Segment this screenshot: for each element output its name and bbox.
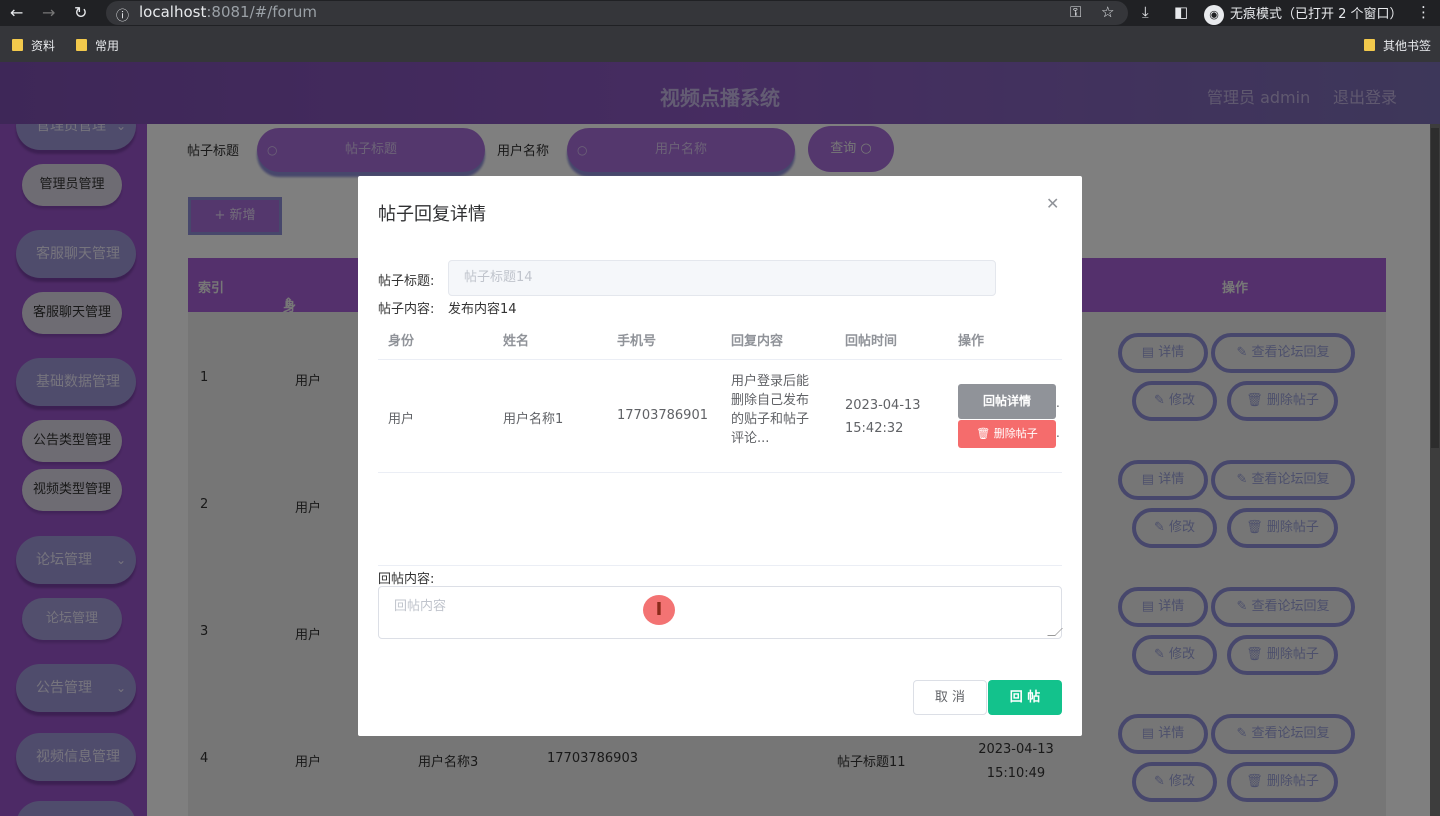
reply-time: 2023-04-13 15:42:32 <box>845 398 921 436</box>
sidepanel-icon[interactable]: ◧ <box>1174 3 1188 21</box>
column-phone: 手机号 <box>617 334 657 349</box>
reply-detail-button[interactable]: 回帖详情 <box>958 384 1056 419</box>
divider <box>378 359 1062 360</box>
text-cursor-icon: I <box>643 595 675 625</box>
reply-textarea[interactable]: 回帖内容 <box>378 586 1063 639</box>
overflow-dots: . <box>1056 396 1060 410</box>
folder-icon <box>12 39 23 51</box>
reply-detail-dialog: 帖子回复详情 ✕ 帖子标题: 帖子标题14 帖子内容: 发布内容14 身份 姓名… <box>358 176 1082 736</box>
key-icon[interactable]: ⚿ <box>1070 3 1081 21</box>
forward-icon[interactable]: → <box>42 3 55 22</box>
column-ops: 操作 <box>958 334 985 349</box>
column-name: 姓名 <box>503 334 530 349</box>
dialog-title: 帖子回复详情 <box>378 204 486 225</box>
bookmark-folder[interactable]: 常用 <box>76 37 119 54</box>
info-icon[interactable]: ⓘ <box>116 5 129 24</box>
folder-icon <box>1364 39 1375 51</box>
trash-icon: 🗑 <box>976 427 991 440</box>
incognito-icon: ◉ <box>1204 4 1224 25</box>
post-content-label: 帖子内容: <box>378 302 435 317</box>
resize-handle[interactable] <box>1047 628 1063 636</box>
post-title-field: 帖子标题14 <box>448 260 996 296</box>
post-title-label: 帖子标题: <box>378 274 435 289</box>
bookmarks-bar: 资料 常用 其他书签 <box>0 26 1440 62</box>
overflow-dots: . <box>1056 426 1060 440</box>
bookmark-folder[interactable]: 资料 <box>12 37 55 54</box>
column-reply-time: 回帖时间 <box>845 334 898 349</box>
star-icon[interactable]: ☆ <box>1101 3 1114 21</box>
post-content-value: 发布内容14 <box>448 302 517 317</box>
divider <box>378 565 1062 566</box>
download-icon[interactable]: ⤓ <box>1142 3 1149 21</box>
reply-name: 用户名称1 <box>503 412 564 427</box>
reply-delete-button[interactable]: 🗑 删除帖子 <box>958 420 1056 448</box>
menu-icon[interactable]: ⋮ <box>1416 3 1431 21</box>
reply-identity: 用户 <box>388 412 415 427</box>
reload-icon[interactable]: ↻ <box>74 3 87 22</box>
submit-reply-button[interactable]: 回 帖 <box>988 680 1062 715</box>
bookmark-folder-other[interactable]: 其他书签 <box>1364 37 1431 54</box>
reply-phone: 17703786901 <box>617 408 708 423</box>
reply-input-label: 回帖内容: <box>378 572 435 587</box>
cancel-button[interactable]: 取 消 <box>913 680 987 715</box>
column-reply-content: 回复内容 <box>731 334 784 349</box>
reply-content: 用户登录后能删除自己发布的贴子和帖子评论... <box>731 374 810 446</box>
folder-icon <box>76 39 87 51</box>
browser-toolbar: ← → ↻ ⓘ localhost:8081/#/forum ⚿ ☆ ⤓ ◧ ◉… <box>0 0 1440 26</box>
column-identity: 身份 <box>388 334 415 349</box>
back-icon[interactable]: ← <box>10 3 23 22</box>
incognito-indicator[interactable]: ◉ 无痕模式（已打开 2 个窗口） <box>1204 3 1403 25</box>
close-icon[interactable]: ✕ <box>1046 194 1059 213</box>
url-text[interactable]: localhost:8081/#/forum <box>139 3 317 21</box>
divider <box>378 472 1062 473</box>
